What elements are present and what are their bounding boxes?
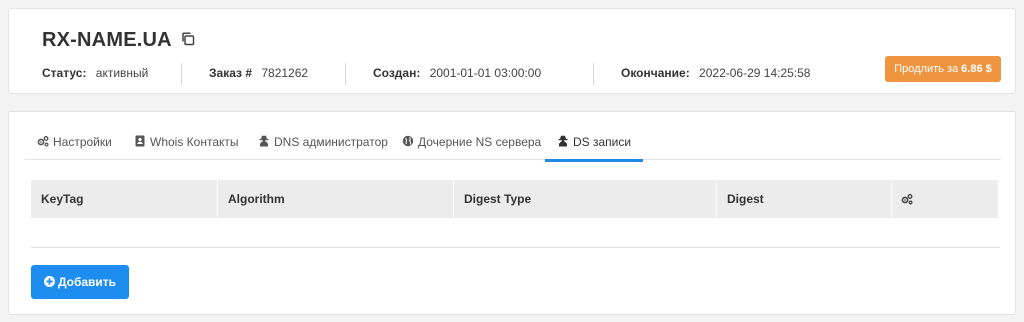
- add-ds-record-button[interactable]: Добавить: [31, 265, 129, 299]
- table-bottom-divider: [31, 247, 1000, 248]
- ds-table-header: KeyTag Algorithm Digest Type Digest: [31, 180, 998, 218]
- gears-icon: [37, 135, 49, 147]
- renew-button[interactable]: Продлить за 6.86 $: [885, 56, 1001, 82]
- column-header-keytag: KeyTag: [41, 192, 84, 206]
- gears-icon: [901, 182, 913, 220]
- globe-icon: [402, 135, 414, 147]
- tab-whois-contacts[interactable]: Whois Контакты: [122, 130, 251, 160]
- add-button-label: Добавить: [57, 275, 117, 289]
- column-header-actions: [901, 180, 913, 218]
- domain-header-card: RX-NAME.UA Статус: активный Заказ # 7821…: [8, 8, 1016, 94]
- expires-info: Окончание: 2022-06-29 14:25:58: [621, 65, 810, 81]
- created-info: Создан: 2001-01-01 03:00:00: [373, 65, 541, 81]
- user-secret-icon: [258, 135, 270, 147]
- tab-dns-admin-label: DNS администратор: [274, 135, 388, 149]
- tab-dns-admin[interactable]: DNS администратор: [246, 130, 400, 160]
- divider: [181, 63, 182, 85]
- column-divider: [716, 180, 717, 218]
- renew-label: Продлить за: [894, 63, 959, 75]
- user-secret-icon: [557, 135, 569, 147]
- created-label: Создан:: [373, 66, 421, 80]
- address-book-icon: [134, 135, 146, 147]
- divider: [345, 63, 346, 85]
- tab-child-ns-label: Дочерние NS сервера: [418, 135, 542, 149]
- tab-bar: Настройки Whois Контакты DNS администрат…: [25, 130, 1001, 162]
- created-value: 2001-01-01 03:00:00: [429, 66, 542, 80]
- tab-settings-label: Настройки: [53, 135, 112, 149]
- tab-child-ns[interactable]: Дочерние NS сервера: [390, 130, 553, 160]
- expires-label: Окончание:: [621, 66, 690, 80]
- status-info: Статус: активный: [42, 65, 148, 81]
- column-divider: [453, 180, 454, 218]
- column-header-algorithm: Algorithm: [228, 192, 285, 206]
- tab-settings[interactable]: Настройки: [25, 130, 124, 160]
- column-divider: [217, 180, 218, 218]
- tab-ds-records[interactable]: DS записи: [545, 130, 644, 162]
- renew-price: 6.86 $: [961, 63, 992, 75]
- copy-icon[interactable]: [180, 31, 196, 47]
- domain-tabs-card: Настройки Whois Контакты DNS администрат…: [8, 111, 1016, 315]
- column-header-digest: Digest: [727, 192, 764, 206]
- status-label: Статус:: [42, 66, 87, 80]
- order-info: Заказ # 7821262: [209, 65, 308, 81]
- plus-circle-icon: [43, 266, 55, 287]
- order-label: Заказ #: [209, 66, 252, 80]
- status-value: активный: [95, 66, 149, 80]
- tab-whois-label: Whois Контакты: [150, 135, 239, 149]
- domain-title: RX-NAME.UA: [42, 29, 172, 51]
- column-header-digest-type: Digest Type: [464, 192, 532, 206]
- order-value: 7821262: [261, 66, 309, 80]
- divider: [593, 63, 594, 85]
- column-divider: [891, 180, 892, 218]
- expires-value: 2022-06-29 14:25:58: [699, 66, 811, 80]
- tab-ds-records-label: DS записи: [573, 135, 632, 149]
